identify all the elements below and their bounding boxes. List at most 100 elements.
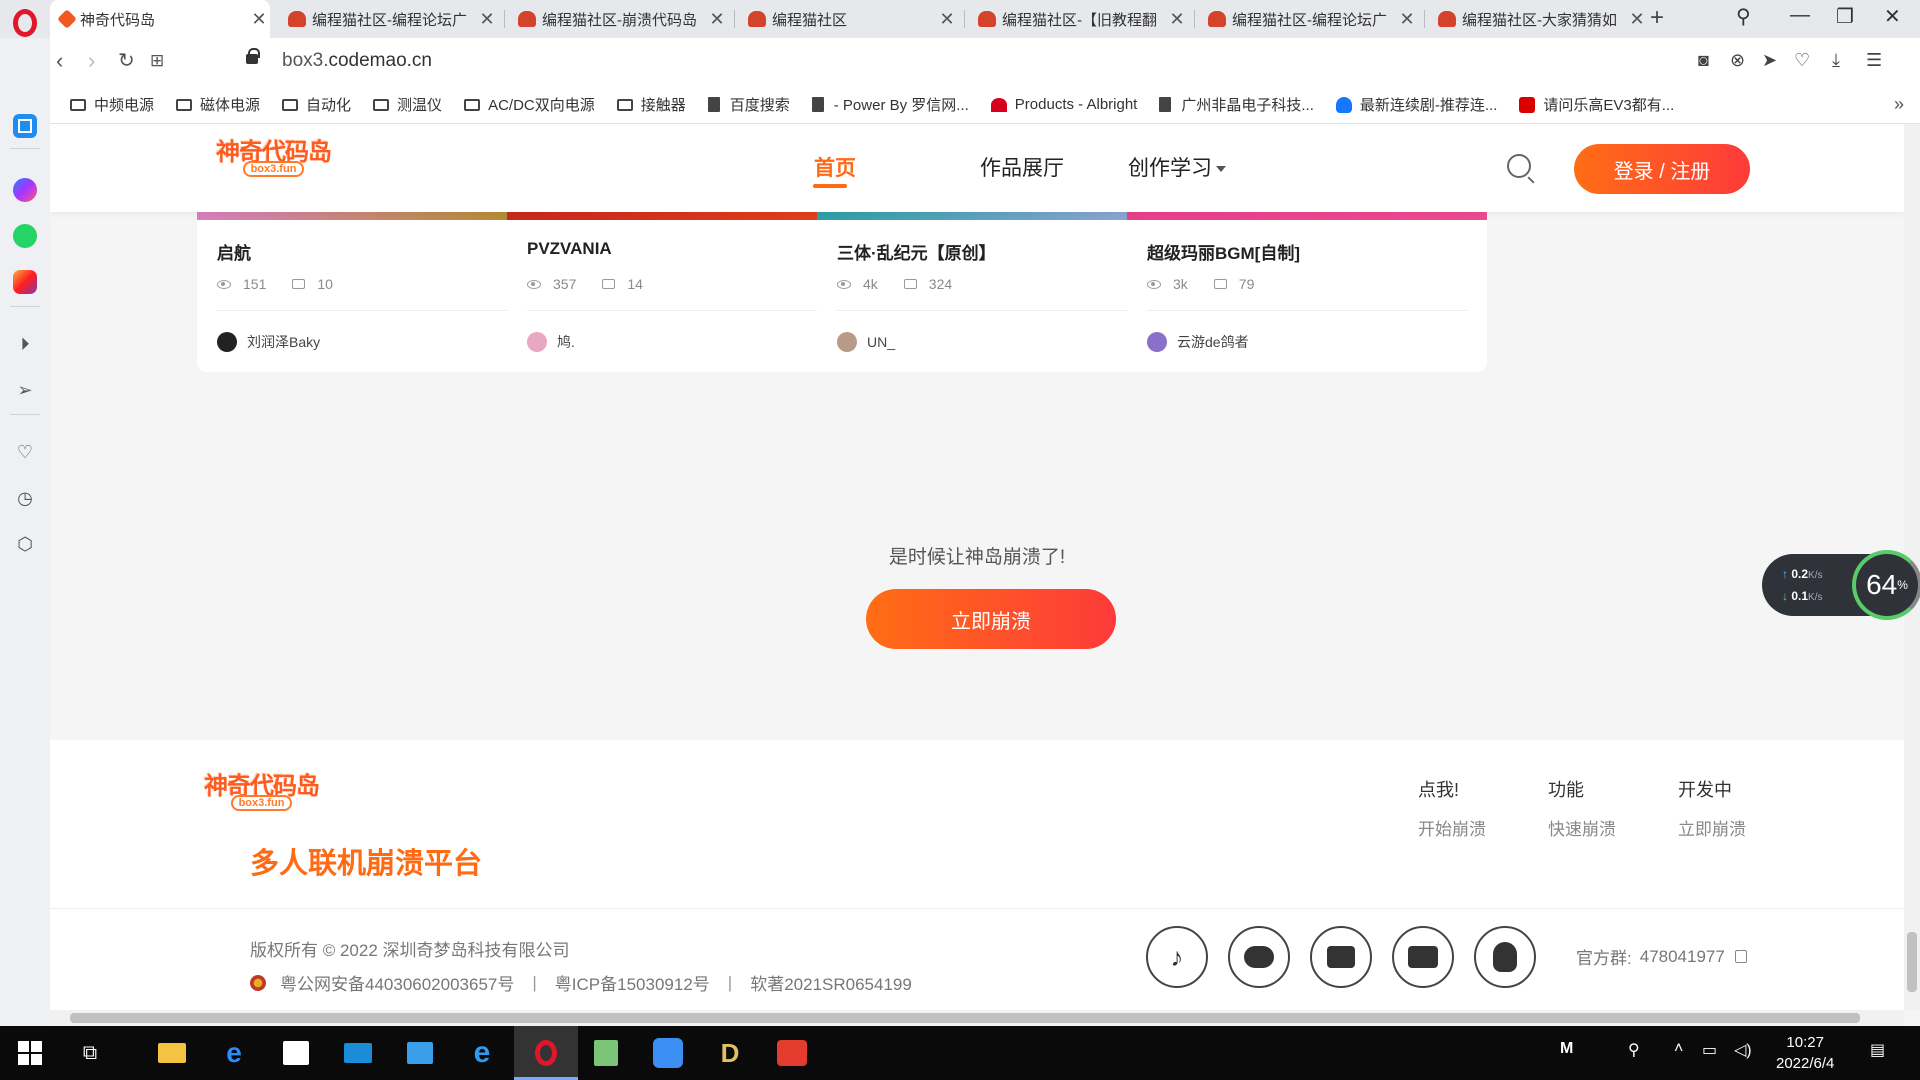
qq-icon[interactable]: [1474, 926, 1536, 988]
forward-icon[interactable]: ›: [88, 48, 95, 74]
login-register-button[interactable]: 登录 / 注册: [1574, 144, 1750, 194]
d-app-icon[interactable]: D: [712, 1035, 748, 1071]
instagram-icon[interactable]: [13, 270, 37, 294]
contacts-icon[interactable]: [402, 1035, 438, 1071]
bookmark-item[interactable]: 百度搜索: [707, 94, 790, 115]
close-icon[interactable]: ✕: [476, 9, 498, 30]
bookmark-item[interactable]: 自动化: [282, 94, 351, 115]
battery-icon[interactable]: ▭: [1702, 1040, 1717, 1060]
card-title[interactable]: 超级玛丽BGM[自制]: [1147, 239, 1300, 264]
close-icon[interactable]: ✕: [1166, 9, 1188, 30]
close-icon[interactable]: ✕: [1626, 9, 1648, 30]
reload-icon[interactable]: ↻: [118, 48, 135, 73]
card-author[interactable]: 云游de鸽者: [1147, 332, 1249, 352]
scroll-thumb[interactable]: [1907, 932, 1917, 992]
notification-icon[interactable]: ▤: [1870, 1040, 1885, 1060]
wechat-icon[interactable]: [1228, 926, 1290, 988]
nav-gallery[interactable]: 作品展厅: [980, 152, 1064, 182]
speed-dial-icon[interactable]: ⊞: [150, 51, 164, 71]
adblock-icon[interactable]: ⊗: [1730, 50, 1745, 71]
close-icon[interactable]: ✕: [936, 9, 958, 30]
close-icon[interactable]: ✕: [1396, 9, 1418, 30]
home-icon[interactable]: [13, 114, 37, 138]
task-view-icon[interactable]: ⧉: [72, 1035, 108, 1071]
icp-link[interactable]: 粤ICP备15030912号: [555, 970, 710, 995]
footer-link[interactable]: 开始崩溃: [1418, 815, 1486, 840]
bird-app-icon[interactable]: [650, 1035, 686, 1071]
file-explorer-icon[interactable]: [154, 1035, 190, 1071]
heart-icon[interactable]: ♡: [13, 440, 37, 464]
people-icon[interactable]: ⚲: [1628, 1040, 1640, 1060]
history-icon[interactable]: ◷: [13, 486, 37, 510]
nav-learn[interactable]: 创作学习: [1128, 152, 1226, 182]
ime-icon[interactable]: M: [1560, 1040, 1573, 1058]
card-title[interactable]: PVZVANIA: [527, 239, 612, 259]
tiktok-icon[interactable]: ♪: [1146, 926, 1208, 988]
bookmark-item[interactable]: 磁体电源: [176, 94, 260, 115]
footer-link[interactable]: 快速崩溃: [1548, 815, 1616, 840]
tab-2[interactable]: 编程猫社区-崩溃代码岛 ✕: [508, 0, 728, 38]
flow-send-icon[interactable]: ➢: [13, 378, 37, 402]
card-author[interactable]: UN_: [837, 332, 895, 352]
bookmark-item[interactable]: 广州非晶电子科技...: [1159, 94, 1314, 115]
snapshot-icon[interactable]: ◙: [1698, 50, 1709, 71]
internet-explorer-icon[interactable]: e: [464, 1035, 500, 1071]
bookmark-item[interactable]: 中频电源: [70, 94, 154, 115]
footer-logo[interactable]: 神奇代码岛 box3.fun: [204, 766, 320, 811]
easy-setup-icon[interactable]: ☰: [1866, 50, 1882, 71]
opera-icon[interactable]: [528, 1035, 564, 1071]
bookmark-item[interactable]: 请问乐高EV3都有...: [1519, 94, 1674, 115]
system-clock[interactable]: 10:27 2022/6/4: [1776, 1032, 1834, 1074]
close-icon[interactable]: ✕: [248, 9, 270, 30]
bookmark-item[interactable]: Products - Albright: [990, 96, 1137, 113]
bookmark-item[interactable]: 接触器: [616, 94, 686, 115]
volume-icon[interactable]: ◁): [1734, 1040, 1752, 1060]
back-icon[interactable]: ‹: [56, 48, 63, 74]
footer-link[interactable]: 立即崩溃: [1678, 815, 1746, 840]
card-title[interactable]: 三体·乱纪元【原创】: [837, 239, 996, 264]
tab-5[interactable]: 编程猫社区-编程论坛广 ✕: [1198, 0, 1418, 38]
tab-6[interactable]: 编程猫社区-大家猜猜如 ✕: [1428, 0, 1648, 38]
close-icon[interactable]: ✕: [706, 9, 728, 30]
minimize-button[interactable]: —: [1790, 4, 1810, 27]
tab-0[interactable]: 神奇代码岛 ✕: [50, 0, 270, 38]
bookmark-item[interactable]: 测温仪: [373, 94, 442, 115]
beian-link[interactable]: 粤公网安备44030602003657号: [280, 970, 514, 995]
sheet-app-icon[interactable]: [588, 1035, 624, 1071]
download-icon[interactable]: ⤓: [1832, 50, 1840, 71]
message-icon[interactable]: [1310, 926, 1372, 988]
site-logo[interactable]: 神奇代码岛 box3.fun: [216, 132, 332, 177]
card-author[interactable]: 鸠.: [527, 332, 575, 352]
crash-now-button[interactable]: 立即崩溃: [866, 589, 1116, 649]
tab-1[interactable]: 编程猫社区-编程论坛广 ✕: [278, 0, 498, 38]
tab-4[interactable]: 编程猫社区-【旧教程翻 ✕: [968, 0, 1188, 38]
heart-icon[interactable]: ♡: [1794, 50, 1810, 71]
whatsapp-icon[interactable]: [13, 224, 37, 248]
tab-search-icon[interactable]: ⚲: [1736, 4, 1751, 29]
extensions-cube-icon[interactable]: ⬡: [13, 532, 37, 556]
send-icon[interactable]: ➤: [1762, 50, 1777, 71]
scroll-thumb[interactable]: [70, 1013, 1860, 1023]
tab-3[interactable]: 编程猫社区 ✕: [738, 0, 958, 38]
bilibili-icon[interactable]: [1392, 926, 1454, 988]
bookmark-item[interactable]: AC/DC双向电源: [464, 94, 595, 115]
edge-icon[interactable]: e: [216, 1035, 252, 1071]
chevron-up-icon[interactable]: ˄: [1674, 1040, 1683, 1058]
card-author[interactable]: 刘润泽Baky: [217, 332, 320, 352]
chevron-double-right-icon[interactable]: »: [1894, 94, 1904, 115]
restore-button[interactable]: ❐: [1836, 4, 1854, 29]
new-tab-button[interactable]: +: [1650, 4, 1664, 32]
bookmark-item[interactable]: - Power By 罗信网...: [811, 94, 969, 115]
player-icon[interactable]: ⏵: [13, 332, 37, 356]
horizontal-scrollbar[interactable]: [50, 1010, 1904, 1026]
search-icon[interactable]: [1507, 154, 1531, 178]
network-speed-widget[interactable]: ↑ 0.2K/s ↓ 0.1K/s 64%: [1762, 550, 1920, 620]
bookmark-item[interactable]: 最新连续剧-推荐连...: [1335, 94, 1497, 115]
wps-icon[interactable]: [774, 1035, 810, 1071]
copy-icon[interactable]: [1734, 950, 1747, 963]
close-window-button[interactable]: ✕: [1884, 4, 1901, 29]
nav-home[interactable]: 首页: [814, 152, 856, 182]
messenger-icon[interactable]: [13, 178, 37, 202]
url-field[interactable]: box3.codemao.cn: [282, 50, 432, 72]
start-button[interactable]: [12, 1035, 48, 1071]
